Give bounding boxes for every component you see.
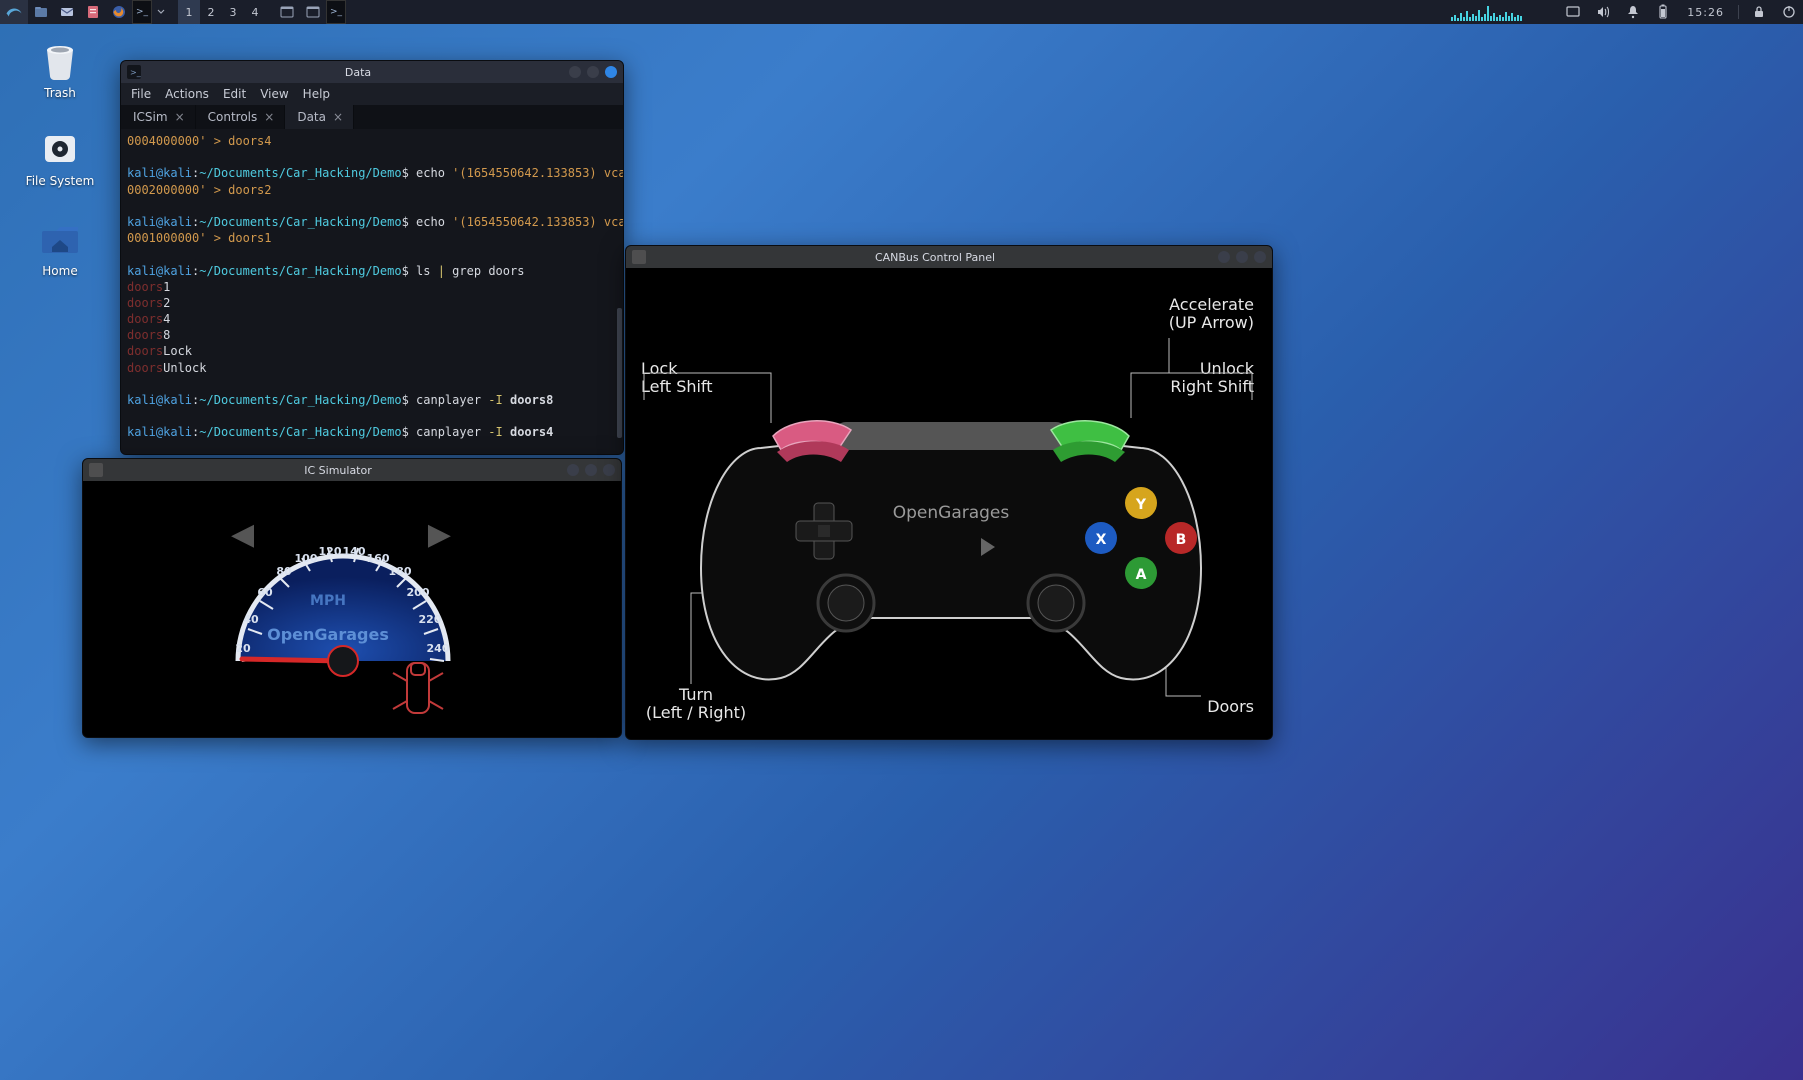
tray-volume-icon[interactable] bbox=[1589, 0, 1617, 24]
game-controller-graphic: OpenGarages Y X B A bbox=[681, 388, 1221, 712]
workspace-4[interactable]: 4 bbox=[244, 0, 266, 24]
terminal-body[interactable]: 0004000000' > doors4 kali@kali:~/Documen… bbox=[121, 129, 623, 454]
tick: 100 bbox=[294, 552, 318, 565]
task-window-3[interactable]: >_ bbox=[326, 0, 346, 24]
tab-icsim[interactable]: ICSim× bbox=[121, 105, 196, 129]
ic-titlebar[interactable]: IC Simulator bbox=[83, 459, 621, 481]
desktop-icon-trash[interactable]: Trash bbox=[20, 40, 100, 100]
close-button[interactable] bbox=[603, 464, 615, 476]
terminal-title: Data bbox=[147, 66, 569, 79]
ic-title: IC Simulator bbox=[109, 464, 567, 477]
car-door-indicator-icon bbox=[383, 653, 453, 727]
maximize-button[interactable] bbox=[1236, 251, 1248, 263]
home-folder-icon bbox=[39, 218, 81, 260]
canbus-body: Accelerate (UP Arrow) Lock Left Shift Un… bbox=[626, 268, 1272, 739]
desktop-icon-filesystem[interactable]: File System bbox=[20, 128, 100, 188]
terminal-menubar: File Actions Edit View Help bbox=[121, 83, 623, 105]
desktop-icon-label: Home bbox=[20, 264, 100, 278]
tray-notifications-icon[interactable] bbox=[1619, 0, 1647, 24]
desktop-icon-label: File System bbox=[20, 174, 100, 188]
tray-lock-icon[interactable] bbox=[1745, 0, 1773, 24]
taskbar: >_ 1 2 3 4 >_ 15:26 bbox=[0, 0, 1803, 24]
minimize-button[interactable] bbox=[569, 66, 581, 78]
tick: 60 bbox=[253, 586, 277, 599]
close-icon[interactable]: × bbox=[175, 110, 185, 124]
terminal-titlebar[interactable]: >_ Data bbox=[121, 61, 623, 83]
terminal-icon: >_ bbox=[127, 65, 141, 79]
terminal-tabs: ICSim× Controls× Data× bbox=[121, 105, 623, 129]
menu-actions[interactable]: Actions bbox=[165, 87, 209, 101]
menu-help[interactable]: Help bbox=[303, 87, 330, 101]
tab-data[interactable]: Data× bbox=[285, 105, 354, 129]
svg-text:Y: Y bbox=[1135, 497, 1147, 513]
tick: 160 bbox=[366, 552, 390, 565]
taskbar-app-filemanager[interactable] bbox=[28, 0, 54, 24]
tick: 140 bbox=[342, 545, 366, 558]
minimize-button[interactable] bbox=[1218, 251, 1230, 263]
trash-icon bbox=[39, 40, 81, 82]
svg-text:X: X bbox=[1096, 532, 1107, 548]
svg-text:>_: >_ bbox=[130, 68, 141, 77]
app-icon bbox=[632, 250, 646, 264]
tick: 180 bbox=[388, 565, 412, 578]
tick: 220 bbox=[418, 613, 442, 626]
taskbar-app-firefox[interactable] bbox=[106, 0, 132, 24]
kali-menu-button[interactable] bbox=[0, 0, 28, 24]
tick: 200 bbox=[406, 586, 430, 599]
close-button[interactable] bbox=[1254, 251, 1266, 263]
close-icon[interactable]: × bbox=[333, 110, 343, 124]
taskbar-app-mail[interactable] bbox=[54, 0, 80, 24]
scrollbar-thumb[interactable] bbox=[617, 308, 622, 438]
maximize-button[interactable] bbox=[585, 464, 597, 476]
canbus-titlebar[interactable]: CANBus Control Panel bbox=[626, 246, 1272, 268]
terminal-window: >_ Data File Actions Edit View Help ICSi… bbox=[120, 60, 624, 455]
speedometer-unit: MPH bbox=[218, 593, 438, 609]
tick: 120 bbox=[318, 545, 342, 558]
svg-text:B: B bbox=[1176, 532, 1187, 548]
tick: 80 bbox=[272, 565, 296, 578]
canbus-title: CANBus Control Panel bbox=[652, 251, 1218, 264]
close-button[interactable] bbox=[605, 66, 617, 78]
taskbar-app-notes[interactable] bbox=[80, 0, 106, 24]
canbus-window: CANBus Control Panel Accelerate (UP Arro… bbox=[625, 245, 1273, 740]
menu-view[interactable]: View bbox=[260, 87, 288, 101]
workspace-1[interactable]: 1 bbox=[178, 0, 200, 24]
ic-simulator-window: IC Simulator ◀ ▶ bbox=[82, 458, 622, 738]
tab-controls[interactable]: Controls× bbox=[196, 105, 286, 129]
workspace-2[interactable]: 2 bbox=[200, 0, 222, 24]
desktop-icon-label: Trash bbox=[20, 86, 100, 100]
taskbar-dropdown-icon[interactable] bbox=[152, 0, 170, 24]
tray-battery-icon[interactable] bbox=[1649, 0, 1677, 24]
tray-power-icon[interactable] bbox=[1775, 0, 1803, 24]
task-window-2[interactable] bbox=[300, 0, 326, 24]
app-icon bbox=[89, 463, 103, 477]
tick: 20 bbox=[231, 642, 255, 655]
controller-brand: OpenGarages bbox=[893, 503, 1010, 523]
tray-clock[interactable]: 15:26 bbox=[1679, 6, 1732, 19]
taskbar-app-terminal[interactable]: >_ bbox=[132, 0, 152, 24]
task-window-1[interactable] bbox=[274, 0, 300, 24]
menu-edit[interactable]: Edit bbox=[223, 87, 246, 101]
menu-file[interactable]: File bbox=[131, 87, 151, 101]
drive-icon bbox=[39, 128, 81, 170]
close-icon[interactable]: × bbox=[264, 110, 274, 124]
tray-screen-icon[interactable] bbox=[1559, 0, 1587, 24]
desktop-icon-home[interactable]: Home bbox=[20, 218, 100, 278]
minimize-button[interactable] bbox=[567, 464, 579, 476]
terminal-scrollbar[interactable] bbox=[617, 129, 622, 454]
maximize-button[interactable] bbox=[587, 66, 599, 78]
tick: 40 bbox=[239, 613, 263, 626]
cpu-graph bbox=[1449, 3, 1559, 21]
ic-body: ◀ ▶ bbox=[83, 481, 621, 737]
svg-text:A: A bbox=[1136, 567, 1147, 583]
workspace-3[interactable]: 3 bbox=[222, 0, 244, 24]
